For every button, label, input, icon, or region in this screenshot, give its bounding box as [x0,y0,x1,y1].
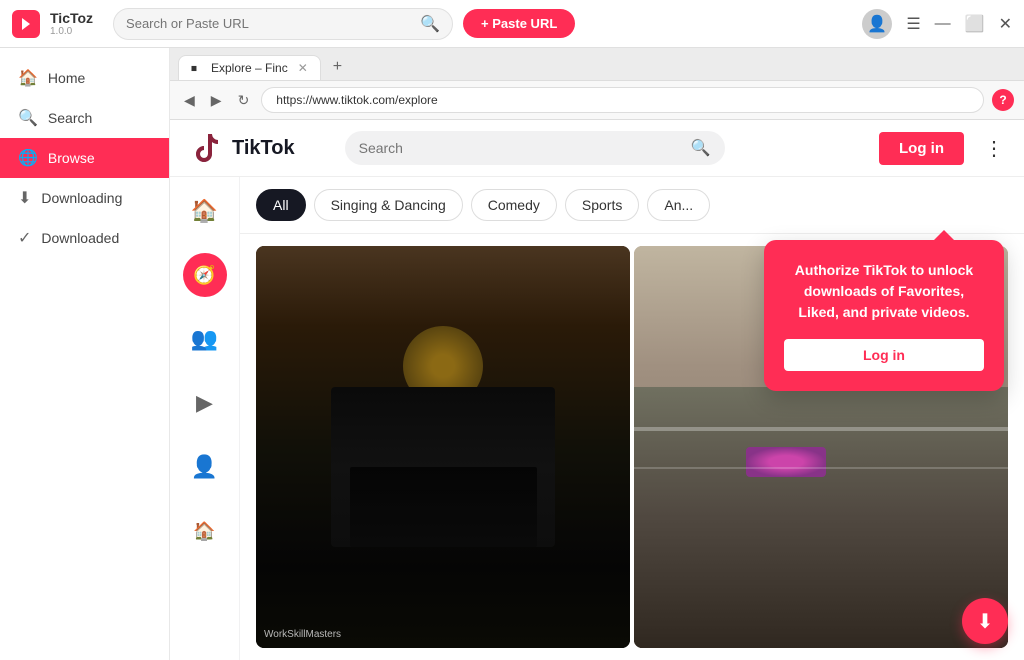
tiktok-login-button[interactable]: Log in [879,132,964,165]
category-comedy[interactable]: Comedy [471,189,557,221]
app-logo [12,10,40,38]
minimize-button[interactable]: — [935,15,951,33]
user-avatar[interactable]: 👤 [862,9,892,39]
sidebar-home-label: Home [48,70,85,86]
forward-button[interactable]: ▶ [207,90,226,111]
sidebar-item-browse[interactable]: 🌐 Browse [0,138,169,178]
tiktok-logo-icon [190,130,226,166]
downloaded-icon: ✓ [18,228,31,248]
window-controls: 👤 ☰ — ⬜ ✕ [862,9,1012,39]
auth-popup: Authorize TikTok to unlock downloads of … [764,240,1004,391]
tiktok-nav-live[interactable]: ▶ [183,381,227,425]
tab-favicon: ⏹ [191,61,205,75]
tab-close-button[interactable]: ✕ [298,61,308,75]
refresh-button[interactable]: ↻ [234,90,254,111]
close-button[interactable]: ✕ [999,14,1012,34]
browse-icon: 🌐 [18,148,38,168]
downloading-icon: ⬇ [18,188,31,208]
address-bar-row: ◀ ▶ ↻ ? [170,81,1024,120]
tiktok-logo: TikTok [190,130,295,166]
video-content-1 [256,246,630,648]
paste-url-button[interactable]: + Paste URL [463,9,575,38]
categories-bar: All Singing & Dancing Comedy Sports An..… [240,177,1024,234]
sidebar-search-label: Search [48,110,92,126]
video-1-label: WorkSkillMasters [264,629,341,640]
titlebar: TicToz 1.0.0 🔍 + Paste URL 👤 ☰ — ⬜ ✕ [0,0,1024,48]
menu-button[interactable]: ☰ [906,14,920,34]
tab-title: Explore – Finc [211,61,288,75]
tiktok-more-button[interactable]: ⋮ [984,136,1004,161]
browser-tab[interactable]: ⏹ Explore – Finc ✕ [178,55,321,80]
sidebar-item-downloaded[interactable]: ✓ Downloaded [0,218,169,258]
auth-popup-login-button[interactable]: Log in [784,339,984,371]
tiktok-content-area: TikTok 🔍 Log in ⋮ 🏠 🧭 👥 ▶ 👤 🏠 [170,120,1024,660]
address-input[interactable] [261,87,984,113]
maximize-button[interactable]: ⬜ [965,14,985,34]
category-singing[interactable]: Singing & Dancing [314,189,463,221]
video-thumbnail-1[interactable]: WorkSkillMasters [256,246,630,648]
browser-area: ⏹ Explore – Finc ✕ + ◀ ▶ ↻ ? [170,48,1024,660]
category-all[interactable]: All [256,189,306,221]
home-icon: 🏠 [18,68,38,88]
tiktok-search-bar[interactable]: 🔍 [345,131,725,165]
titlebar-search-wrapper[interactable]: 🔍 [113,8,453,40]
app-title-block: TicToz 1.0.0 [50,10,93,37]
tiktok-nav-explore[interactable]: 🧭 [183,253,227,297]
download-fab-button[interactable]: ⬇ [962,598,1008,644]
titlebar-search-icon: 🔍 [420,14,440,34]
app-logo-icon [18,16,34,32]
search-icon: 🔍 [18,108,38,128]
main-layout: 🏠 Home 🔍 Search 🌐 Browse ⬇ Downloading ✓… [0,48,1024,660]
tiktok-logo-text: TikTok [232,137,295,160]
sidebar-item-downloading[interactable]: ⬇ Downloading [0,178,169,218]
sidebar-item-home[interactable]: 🏠 Home [0,58,169,98]
titlebar-search-input[interactable] [126,16,414,31]
tiktok-nav-shop[interactable]: 🏠 [183,509,227,553]
sidebar-downloaded-label: Downloaded [41,230,119,246]
sidebar-downloading-label: Downloading [41,190,122,206]
tiktok-nav: 🏠 🧭 👥 ▶ 👤 🏠 [170,177,240,660]
app-version: 1.0.0 [50,26,93,37]
auth-popup-text: Authorize TikTok to unlock downloads of … [784,260,984,323]
tab-bar: ⏹ Explore – Finc ✕ + [170,48,1024,81]
sidebar-browse-label: Browse [48,150,95,166]
category-sports[interactable]: Sports [565,189,639,221]
tiktok-nav-home[interactable]: 🏠 [183,189,227,233]
tiktok-nav-profile[interactable]: 👤 [183,445,227,489]
tiktok-header: TikTok 🔍 Log in ⋮ [170,120,1024,177]
tiktok-search-icon: 🔍 [691,138,711,158]
new-tab-button[interactable]: + [325,54,350,80]
tiktok-nav-following[interactable]: 👥 [183,317,227,361]
category-anime[interactable]: An... [647,189,710,221]
help-button[interactable]: ? [992,89,1014,111]
tiktok-search-input[interactable] [359,140,683,156]
sidebar-item-search[interactable]: 🔍 Search [0,98,169,138]
back-button[interactable]: ◀ [180,90,199,111]
left-sidebar: 🏠 Home 🔍 Search 🌐 Browse ⬇ Downloading ✓… [0,48,170,660]
app-name: TicToz [50,10,93,26]
